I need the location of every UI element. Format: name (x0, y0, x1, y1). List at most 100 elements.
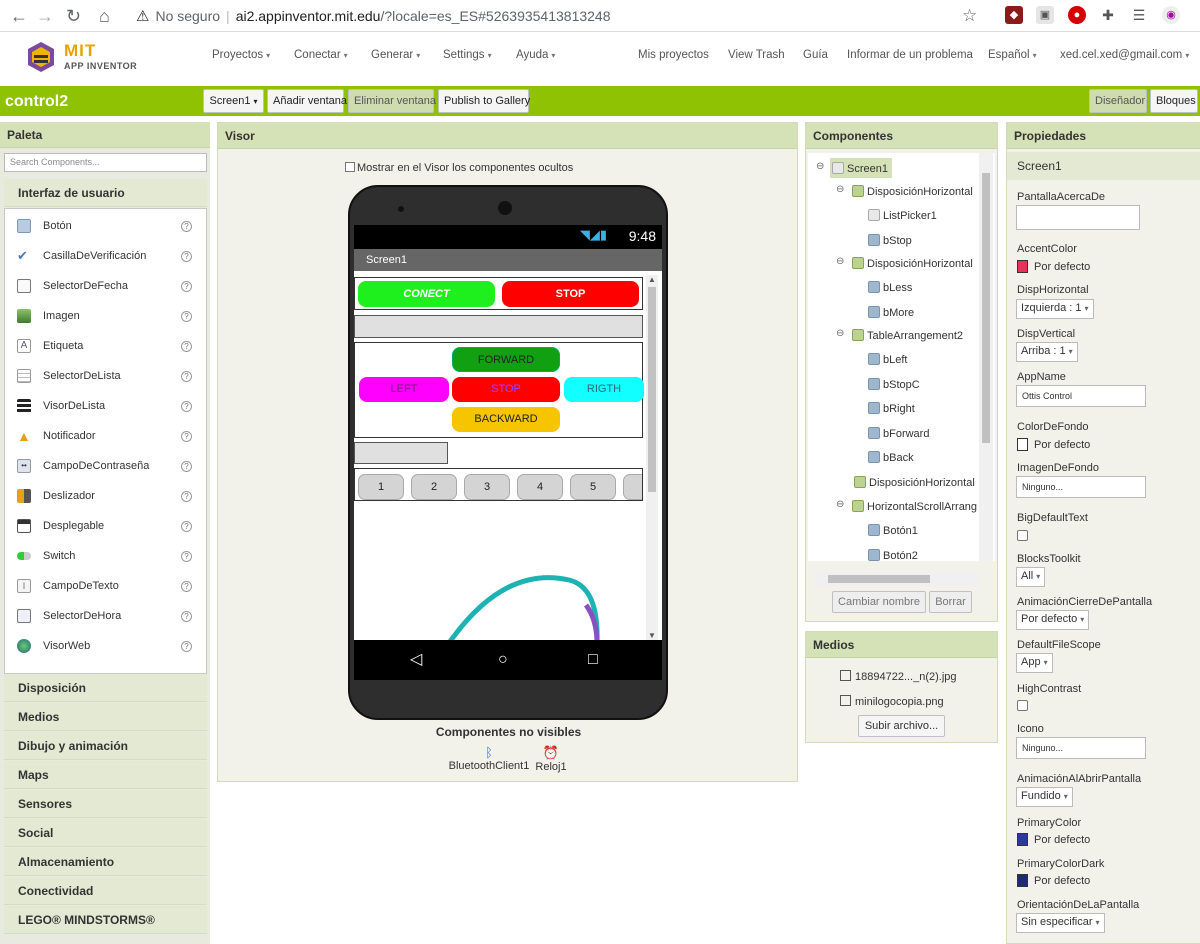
palette-item-selectorfecha[interactable]: SelectorDeFecha? (5, 272, 206, 302)
stop-button-top[interactable]: STOP (502, 281, 639, 307)
guide-link[interactable]: Guía (803, 49, 828, 61)
tree-node-bleft[interactable]: bLeft (868, 353, 907, 366)
reading-list-icon[interactable]: ☰ (1130, 6, 1148, 24)
tree-node-hor1[interactable]: ⊖ DisposiciónHorizontal (836, 184, 973, 198)
horizontal-arrangement-1[interactable]: CONECT STOP (354, 277, 643, 310)
scroll-up-icon[interactable]: ▲ (648, 275, 656, 284)
delete-button[interactable]: Borrar (929, 591, 972, 613)
backward-button[interactable]: BACKWARD (452, 407, 560, 432)
rename-button[interactable]: Cambiar nombre (832, 591, 926, 613)
tree-node-hor2[interactable]: ⊖ DisposiciónHorizontal (836, 256, 973, 270)
palette-item-visorlista[interactable]: VisorDeLista? (5, 392, 206, 422)
screen-scrollbar[interactable]: ▲ ▼ (646, 275, 658, 640)
menu-generar[interactable]: Generar ▾ (371, 49, 420, 61)
help-icon[interactable]: ? (181, 521, 192, 532)
nav-recents-icon[interactable]: □ (588, 650, 598, 670)
tree-node-bback[interactable]: bBack (868, 451, 914, 464)
scrollbar-thumb[interactable] (982, 173, 990, 443)
palette-item-imagen[interactable]: Imagen? (5, 302, 206, 332)
tree-node-screen1[interactable]: ⊖ Screen1 (816, 161, 888, 175)
report-problem-link[interactable]: Informar de un problema (847, 49, 973, 61)
prop-filescope-select[interactable]: App ▾ (1016, 653, 1053, 673)
number-button-1[interactable]: 1 (358, 474, 404, 500)
extension-adblock-icon[interactable]: ● (1068, 6, 1086, 24)
screen-select[interactable]: Screen1 ▾ (203, 89, 264, 113)
category-interfaz-de-usuario[interactable]: Interfaz de usuario (4, 179, 207, 207)
help-icon[interactable]: ? (181, 431, 192, 442)
forward-button[interactable]: FORWARD (452, 347, 560, 372)
reload-icon[interactable]: ↻ (66, 6, 81, 26)
tree-node-bstopc[interactable]: bStopC (868, 378, 920, 391)
checkbox-box[interactable] (345, 162, 355, 172)
help-icon[interactable]: ? (181, 251, 192, 262)
tree-node-hscroll[interactable]: ⊖ HorizontalScrollArrang (836, 499, 977, 513)
tree-node-boton1[interactable]: Botón1 (868, 524, 918, 537)
text-box-area[interactable] (354, 442, 448, 464)
tree-node-table[interactable]: ⊖ TableArrangement2 (836, 328, 963, 342)
menu-conectar[interactable]: Conectar ▾ (294, 49, 348, 61)
prop-orientation-select[interactable]: Sin especificar ▾ (1016, 913, 1105, 933)
palette-search-input[interactable]: Search Components... (4, 153, 207, 172)
category-maps[interactable]: Maps (4, 761, 207, 789)
help-icon[interactable]: ? (181, 581, 192, 592)
palette-item-notificador[interactable]: ▲ Notificador? (5, 422, 206, 452)
prop-valign-select[interactable]: Arriba : 1 ▾ (1016, 342, 1078, 362)
menu-settings[interactable]: Settings ▾ (443, 49, 492, 61)
help-icon[interactable]: ? (181, 371, 192, 382)
collapse-icon[interactable]: ⊖ (836, 256, 844, 267)
number-button-2[interactable]: 2 (411, 474, 457, 500)
scroll-down-icon[interactable]: ▼ (648, 631, 656, 640)
remove-screen-button[interactable]: Eliminar ventana (348, 89, 436, 113)
left-button[interactable]: LEFT (359, 377, 449, 402)
prop-bgcolor-color[interactable]: Por defecto (1017, 438, 1090, 451)
collapse-icon[interactable]: ⊖ (836, 499, 844, 510)
tree-horizontal-scrollbar[interactable] (815, 572, 979, 586)
help-icon[interactable]: ? (181, 401, 192, 412)
list-picker-box[interactable] (354, 315, 643, 338)
menu-proyectos[interactable]: Proyectos ▾ (212, 49, 270, 61)
blocks-button[interactable]: Bloques (1150, 89, 1198, 113)
home-icon[interactable]: ⌂ (99, 6, 110, 26)
palette-item-switch[interactable]: Switch? (5, 542, 206, 572)
collapse-icon[interactable]: ⊖ (836, 184, 844, 195)
category-sensores[interactable]: Sensores (4, 790, 207, 818)
language-menu[interactable]: Español ▾ (988, 49, 1037, 61)
help-icon[interactable]: ? (181, 341, 192, 352)
profile-avatar-icon[interactable]: ◉ (1162, 6, 1180, 24)
number-button-4[interactable]: 4 (517, 474, 563, 500)
mit-app-inventor-logo[interactable]: MIT APP INVENTOR (22, 38, 152, 78)
designer-button[interactable]: Diseñador (1089, 89, 1147, 113)
prop-close-anim-select[interactable]: Por defecto ▾ (1016, 610, 1090, 630)
prop-primarydark-color[interactable]: Por defecto (1017, 874, 1090, 887)
extension-screen-icon[interactable]: ▣ (1036, 6, 1054, 24)
prop-toolkit-select[interactable]: All ▾ (1016, 567, 1046, 587)
tree-node-hor3[interactable]: DisposiciónHorizontal (854, 476, 975, 489)
tree-node-bmore[interactable]: bMore (868, 306, 914, 319)
nonvisible-bluetooth[interactable]: ᛒ BluetoothClient1 (444, 745, 534, 772)
extension-shield-icon[interactable]: ◆ (1005, 6, 1023, 24)
collapse-icon[interactable]: ⊖ (836, 328, 844, 339)
prop-appname-input[interactable]: Ottis Control (1016, 385, 1146, 407)
account-menu[interactable]: xed.cel.xed@gmail.com ▾ (1060, 49, 1189, 61)
palette-item-visorweb[interactable]: VisorWeb? (5, 632, 206, 662)
category-disposicion[interactable]: Disposición (4, 674, 207, 702)
tree-node-boton2[interactable]: Botón2 (868, 549, 918, 561)
palette-item-contrasena[interactable]: •• CampoDeContraseña? (5, 452, 206, 482)
scrollbar-thumb[interactable] (828, 575, 930, 583)
palette-item-selectorhora[interactable]: SelectorDeHora? (5, 602, 206, 632)
address-bar[interactable]: ⚠ No seguro | ai2.appinventor.mit.edu/?loca… (136, 6, 611, 27)
nonvisible-clock[interactable]: ⏰ Reloj1 (531, 745, 571, 773)
category-lego[interactable]: LEGO® MINDSTORMS® (4, 906, 207, 934)
table-arrangement[interactable]: FORWARD LEFT STOP RIGTH BACKWARD (354, 342, 644, 438)
forward-icon[interactable]: → (36, 6, 54, 26)
prop-icon-picker[interactable]: Ninguno... (1016, 737, 1146, 759)
prop-open-anim-select[interactable]: Fundido ▾ (1016, 787, 1073, 807)
view-trash-link[interactable]: View Trash (728, 49, 785, 61)
palette-item-desplegable[interactable]: Desplegable? (5, 512, 206, 542)
media-file-1[interactable]: 18894722..._n(2).jpg (840, 670, 957, 683)
tree-node-bforward[interactable]: bForward (868, 427, 929, 440)
connect-button[interactable]: CONECT (358, 281, 495, 307)
help-icon[interactable]: ? (181, 551, 192, 562)
show-hidden-checkbox[interactable]: Mostrar en el Visor los componentes ocul… (345, 162, 573, 174)
prop-bigtext-checkbox[interactable] (1017, 530, 1028, 541)
